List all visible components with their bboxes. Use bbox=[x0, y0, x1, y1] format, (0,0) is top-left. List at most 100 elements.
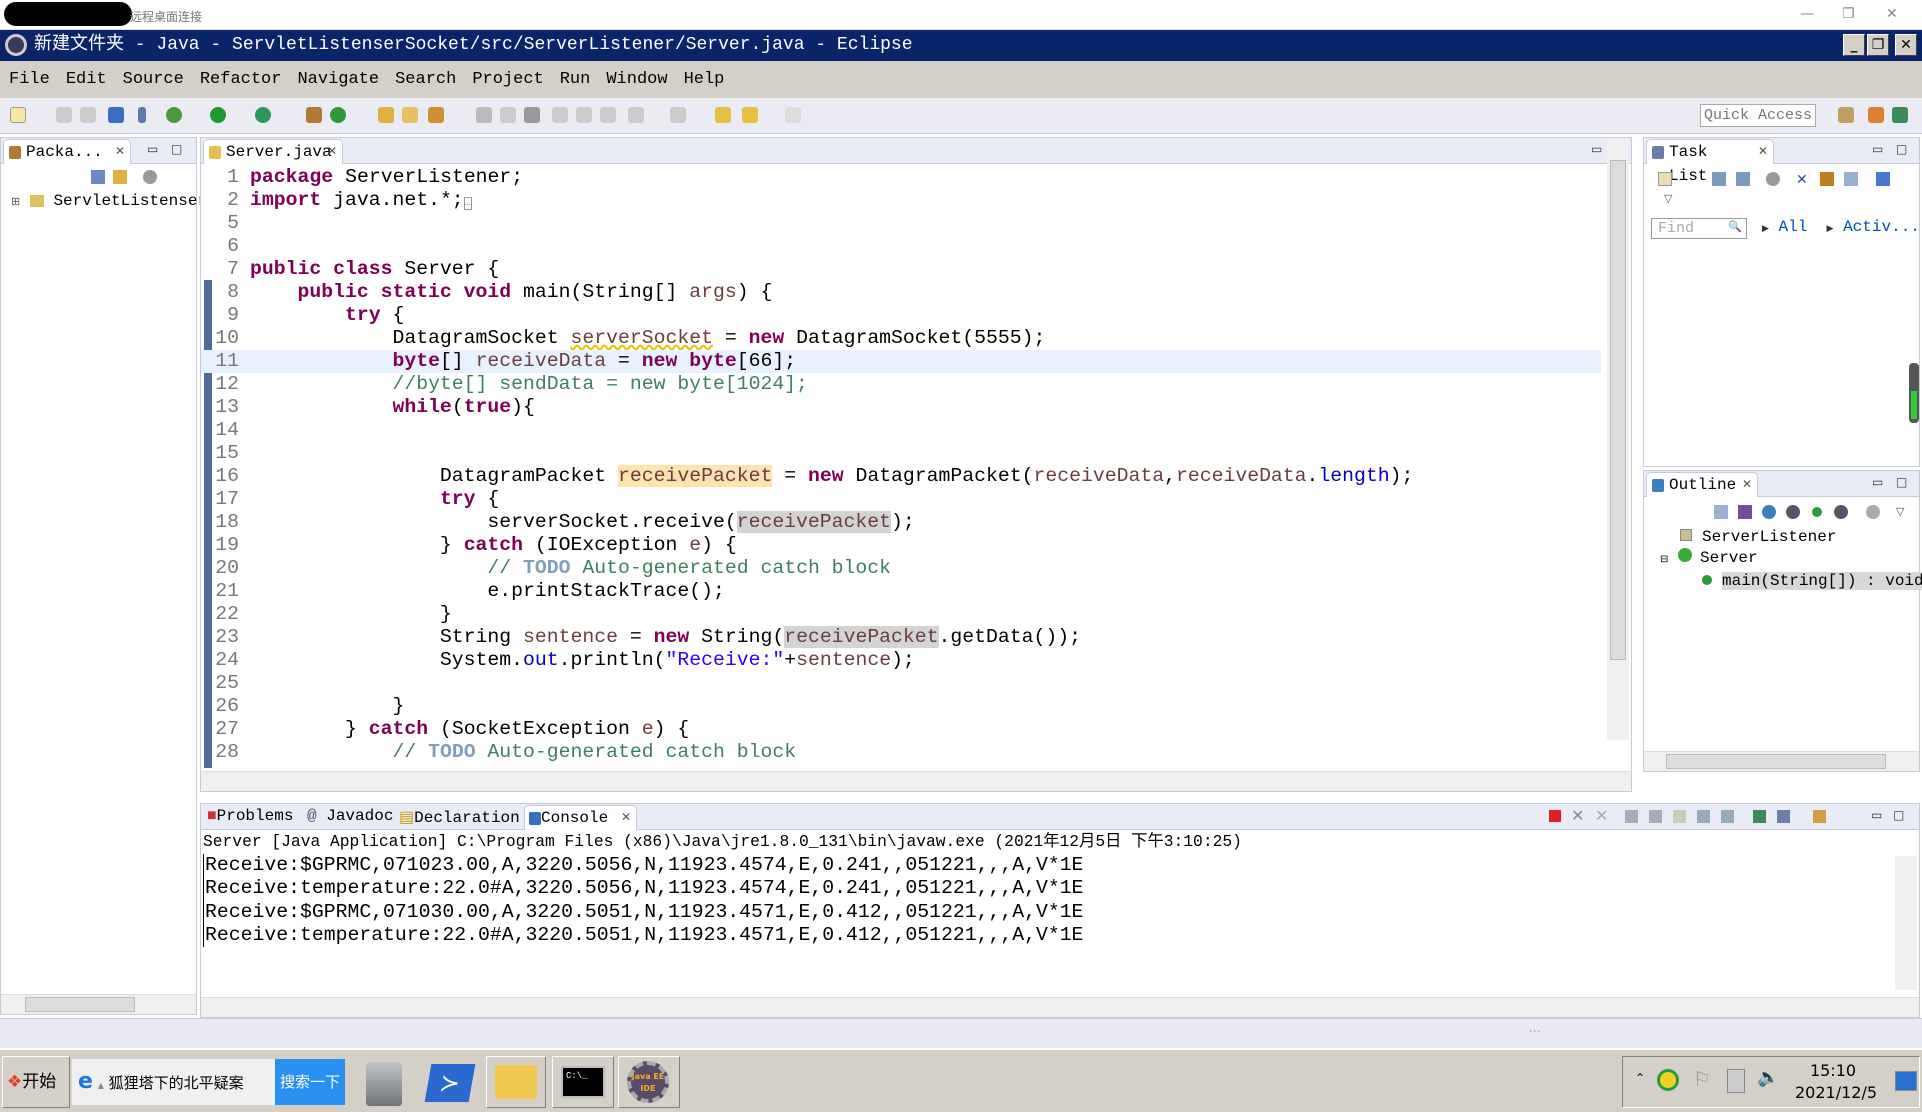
next-annotation-icon[interactable] bbox=[628, 107, 644, 123]
outline-item-class[interactable]: ⊟ Server bbox=[1660, 548, 1922, 571]
java-perspective-icon[interactable] bbox=[1892, 107, 1908, 123]
vertical-scrollbar[interactable] bbox=[1895, 856, 1917, 990]
horizontal-scrollbar[interactable] bbox=[1644, 751, 1919, 771]
minimize-view-icon[interactable]: ▭ bbox=[1872, 475, 1883, 489]
horizontal-scrollbar[interactable] bbox=[201, 997, 1919, 1017]
code-line[interactable]: 5 bbox=[201, 212, 1601, 235]
menu-run[interactable]: Run bbox=[560, 70, 591, 89]
tab-console[interactable]: Console ✕ bbox=[524, 805, 637, 830]
focus-icon[interactable] bbox=[1866, 505, 1880, 519]
remove-all-icon[interactable]: ✕ bbox=[1595, 806, 1608, 825]
new-java-package-icon[interactable] bbox=[306, 107, 322, 123]
pilcrow-icon[interactable] bbox=[600, 107, 616, 123]
show-desktop-icon[interactable] bbox=[1895, 1071, 1917, 1091]
code-line[interactable]: 9 try { bbox=[201, 304, 1601, 327]
new-class-icon[interactable] bbox=[330, 107, 346, 123]
code-line[interactable]: 23 String sentence = new String(receiveP… bbox=[201, 626, 1601, 649]
pin-console-icon[interactable] bbox=[1753, 810, 1766, 823]
vertical-scrollbar[interactable] bbox=[1607, 140, 1629, 740]
tree-item-project[interactable]: ⊞ ServletListenser bbox=[11, 192, 207, 210]
filter-icon[interactable] bbox=[1766, 172, 1780, 186]
close-tab-icon[interactable]: ✕ bbox=[1742, 473, 1752, 497]
save-icon[interactable] bbox=[56, 107, 72, 123]
taskbar-explorer[interactable] bbox=[486, 1056, 546, 1108]
minimize-view-icon[interactable]: ▭ bbox=[1871, 808, 1882, 822]
code-line[interactable]: 18 serverSocket.receive(receivePacket); bbox=[201, 511, 1601, 534]
tab-server-java[interactable]: Server.java ✕ bbox=[203, 139, 343, 164]
flag-icon[interactable]: ⚐ bbox=[1693, 1067, 1711, 1091]
sync-icon[interactable] bbox=[1876, 172, 1890, 186]
menu-source[interactable]: Source bbox=[123, 70, 184, 89]
taskbar-cmd[interactable]: C:\_ bbox=[552, 1056, 614, 1108]
clear-console-icon[interactable] bbox=[1625, 810, 1638, 823]
maximize-view-icon[interactable]: □ bbox=[171, 142, 182, 156]
console-output[interactable]: Server [Java Application] C:\Program Fil… bbox=[201, 830, 1919, 1017]
hide-completed-icon[interactable]: ✕ bbox=[1796, 172, 1810, 188]
menu-help[interactable]: Help bbox=[684, 70, 725, 89]
code-line[interactable]: 26 } bbox=[201, 695, 1601, 718]
minimize-icon[interactable]: — bbox=[1800, 6, 1814, 22]
search-box[interactable]: e ▲ 狐狸塔下的北平疑案 bbox=[72, 1059, 277, 1105]
collapse-icon[interactable]: ⊟ bbox=[1660, 555, 1668, 566]
horizontal-scrollbar[interactable] bbox=[1, 994, 196, 1014]
terminal-icon[interactable] bbox=[108, 107, 124, 123]
skip-breakpoints-icon[interactable] bbox=[138, 107, 146, 123]
code-line[interactable]: 25 bbox=[201, 672, 1601, 695]
expand-icon[interactable]: ⊞ bbox=[11, 197, 20, 209]
new-task-icon[interactable] bbox=[1658, 172, 1672, 186]
volume-muted-icon[interactable]: 🔈 bbox=[1757, 1067, 1779, 1088]
tab-outline[interactable]: Outline ✕ bbox=[1646, 472, 1758, 497]
all-link[interactable]: All bbox=[1779, 218, 1808, 236]
menu-file[interactable]: File bbox=[9, 70, 50, 89]
horizontal-scrollbar[interactable] bbox=[201, 771, 1631, 791]
code-line[interactable]: 19 } catch (IOException e) { bbox=[201, 534, 1601, 557]
hide-static-icon[interactable] bbox=[1786, 505, 1800, 519]
code-line[interactable]: 12 //byte[] sendData = new byte[1024]; bbox=[201, 373, 1601, 396]
code-line[interactable]: 7 public class Server { bbox=[201, 258, 1601, 281]
minimize-view-icon[interactable]: ▭ bbox=[1872, 142, 1883, 156]
close-tab-icon[interactable]: ✕ bbox=[621, 806, 631, 830]
minimize-button[interactable]: _ bbox=[1843, 34, 1865, 56]
code-line[interactable]: 17 try { bbox=[201, 488, 1601, 511]
block-selection-icon[interactable] bbox=[552, 107, 568, 123]
menu-navigate[interactable]: Navigate bbox=[297, 70, 379, 89]
open-type-icon[interactable] bbox=[378, 107, 394, 123]
search-icon[interactable] bbox=[428, 107, 444, 123]
hide-local-types-icon[interactable] bbox=[1834, 505, 1848, 519]
code-line[interactable]: 16 DatagramPacket receivePacket = new Da… bbox=[201, 465, 1601, 488]
show-whitespace-icon[interactable] bbox=[576, 107, 592, 123]
tab-problems[interactable]: ■Problems bbox=[207, 807, 293, 825]
highlight-icon[interactable] bbox=[500, 107, 516, 123]
network-icon[interactable] bbox=[1727, 1069, 1745, 1093]
save-all-icon[interactable] bbox=[80, 107, 96, 123]
code-line[interactable]: 14 bbox=[201, 419, 1601, 442]
new-icon[interactable] bbox=[10, 107, 26, 123]
code-line[interactable]: 10 DatagramSocket serverSocket = new Dat… bbox=[201, 327, 1601, 350]
tab-javadoc[interactable]: @ Javadoc bbox=[307, 807, 393, 825]
open-console-icon[interactable] bbox=[1813, 810, 1826, 823]
outline-item-method[interactable]: main(String[]) : void bbox=[1702, 571, 1922, 592]
show-hidden-icons[interactable]: ⌃ bbox=[1635, 1071, 1645, 1085]
collapse-all-icon[interactable] bbox=[91, 170, 105, 184]
run-external-icon[interactable] bbox=[255, 107, 271, 123]
link-editor-icon[interactable] bbox=[113, 170, 127, 184]
find-input[interactable]: Find 🔍 bbox=[1651, 218, 1747, 239]
code-line[interactable]: 8 public static void main(String[] args)… bbox=[201, 281, 1601, 304]
update-icon[interactable] bbox=[1657, 1069, 1679, 1091]
menu-search[interactable]: Search bbox=[395, 70, 456, 89]
java-ee-perspective-icon[interactable] bbox=[1868, 107, 1884, 123]
outline-item-package[interactable]: ServerListener bbox=[1680, 527, 1922, 548]
view-menu-icon[interactable] bbox=[143, 170, 157, 184]
code-line[interactable]: 27 } catch (SocketException e) { bbox=[201, 718, 1601, 741]
code-line[interactable]: 15 bbox=[201, 442, 1601, 465]
categorized-icon[interactable] bbox=[1712, 172, 1726, 186]
display-console-icon[interactable] bbox=[1777, 810, 1790, 823]
debug-icon[interactable] bbox=[166, 107, 182, 123]
previous-annotation-icon[interactable] bbox=[670, 107, 686, 123]
open-perspective-icon[interactable] bbox=[1838, 107, 1854, 123]
last-edit-icon[interactable] bbox=[715, 107, 731, 123]
menu-window[interactable]: Window bbox=[606, 70, 667, 89]
minimize-view-icon[interactable]: ▭ bbox=[147, 142, 158, 156]
maximize-view-icon[interactable]: □ bbox=[1896, 142, 1907, 156]
code-line[interactable]: 1 package ServerListener; bbox=[201, 166, 1601, 189]
